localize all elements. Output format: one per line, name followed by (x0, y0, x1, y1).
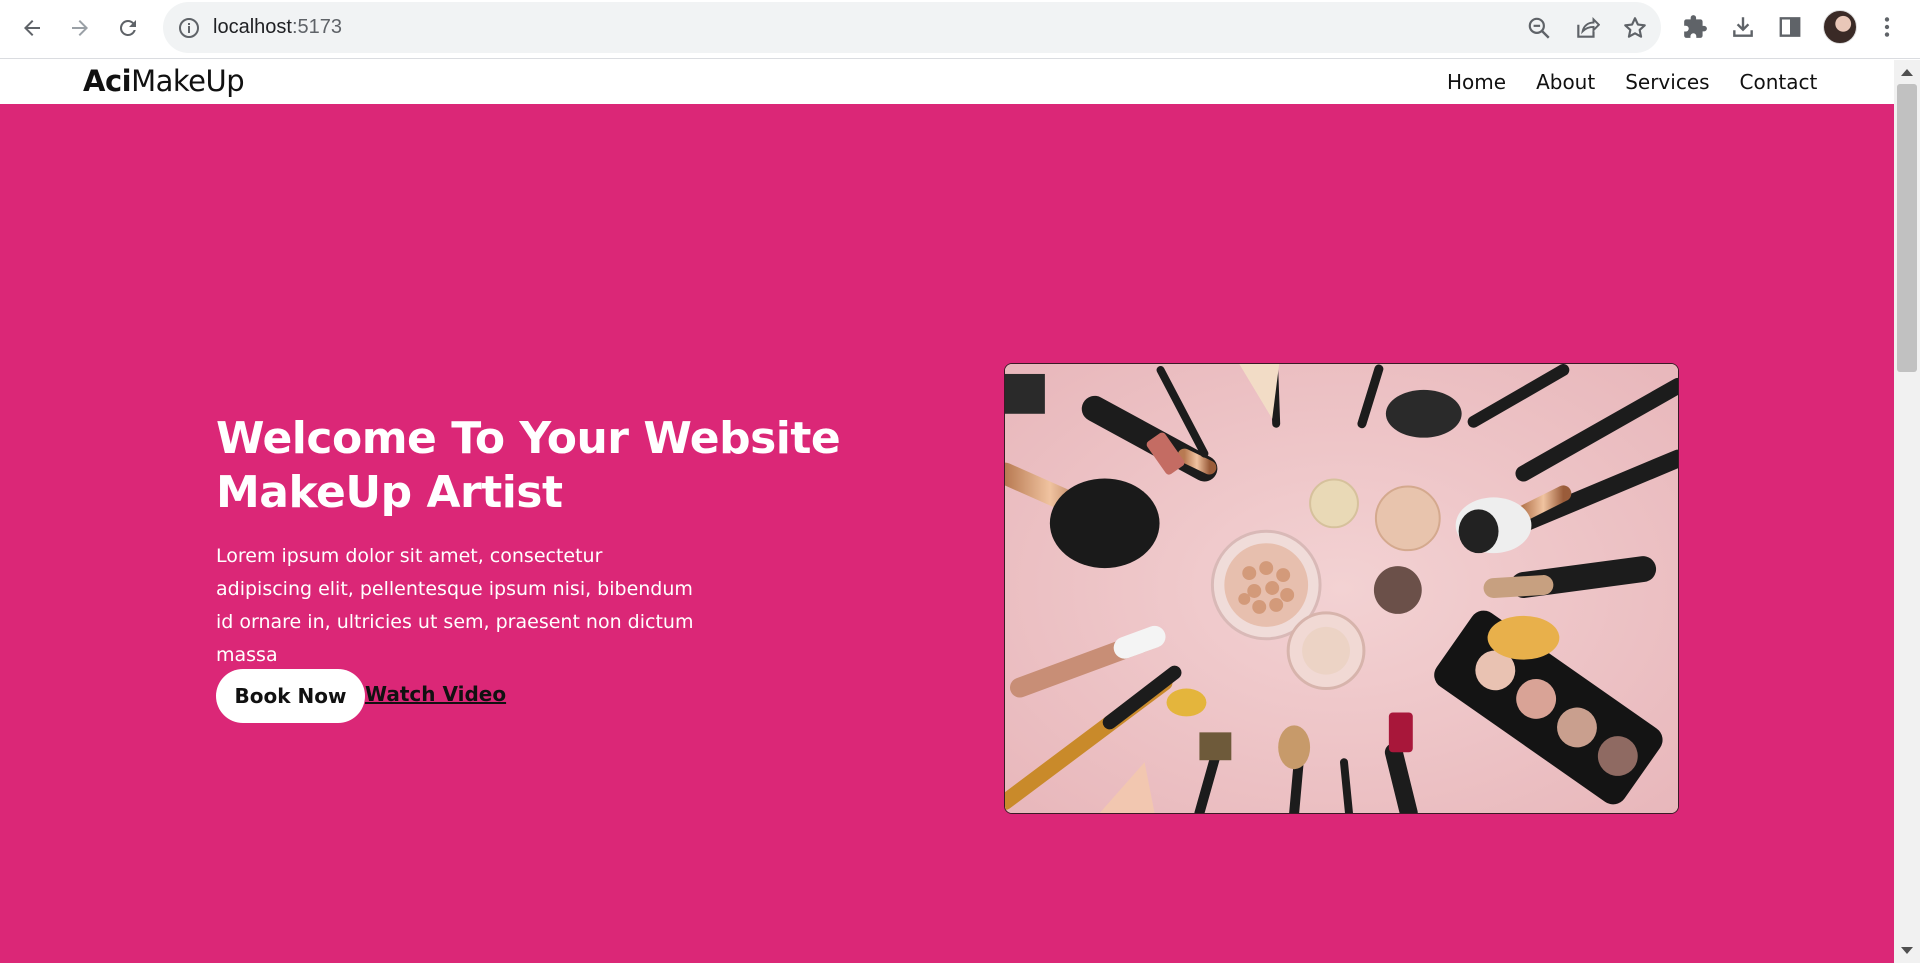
site-logo[interactable]: AciMakeUp (83, 64, 245, 98)
nav-home-link[interactable]: Home (1447, 70, 1506, 94)
reload-icon (119, 19, 136, 36)
puzzle-icon[interactable] (1682, 14, 1708, 40)
makeup-flatlay-illustration (1005, 364, 1678, 813)
logo-regular: MakeUp (131, 64, 245, 98)
nav-services-link[interactable]: Services (1625, 70, 1709, 94)
info-icon[interactable] (177, 16, 201, 40)
zoom-out-icon[interactable] (1526, 15, 1552, 41)
back-button[interactable] (14, 10, 50, 46)
back-arrow-icon (24, 20, 40, 36)
logo-bold: Aci (83, 64, 132, 98)
side-panel-icon[interactable] (1777, 14, 1803, 40)
url-host: localhost (213, 16, 292, 38)
page-viewport: AciMakeUp Home About Services Contact We… (0, 60, 1894, 963)
site-header: AciMakeUp Home About Services Contact (0, 60, 1894, 104)
profile-avatar[interactable] (1823, 10, 1857, 44)
browser-toolbar: localhost:5173 (0, 0, 1920, 59)
kebab-menu-icon[interactable] (1874, 14, 1900, 40)
scroll-down-icon[interactable] (1901, 947, 1913, 954)
hero-description: Lorem ipsum dolor sit amet, consectetur … (216, 545, 694, 666)
nav-about-link[interactable]: About (1536, 70, 1595, 94)
url-text[interactable]: localhost:5173 (213, 2, 342, 53)
star-icon[interactable] (1622, 15, 1648, 41)
page-scrollbar[interactable] (1894, 60, 1920, 963)
reload-button[interactable] (110, 10, 146, 46)
hero-makeup-image (1004, 363, 1679, 814)
site-nav: Home About Services Contact (1447, 70, 1847, 94)
share-icon[interactable] (1574, 15, 1600, 41)
scrollbar-thumb[interactable] (1897, 84, 1917, 372)
watch-video-link[interactable]: Watch Video (365, 682, 506, 706)
address-bar[interactable]: localhost:5173 (163, 2, 1661, 53)
forward-button[interactable] (62, 10, 98, 46)
url-port: :5173 (291, 16, 342, 38)
hero-title: Welcome To Your Website MakeUp Artist (216, 413, 841, 518)
scroll-up-icon[interactable] (1901, 69, 1913, 76)
book-now-button[interactable]: Book Now (216, 669, 365, 723)
forward-arrow-icon (72, 20, 88, 36)
download-icon[interactable] (1730, 14, 1756, 40)
nav-contact-link[interactable]: Contact (1740, 70, 1818, 94)
